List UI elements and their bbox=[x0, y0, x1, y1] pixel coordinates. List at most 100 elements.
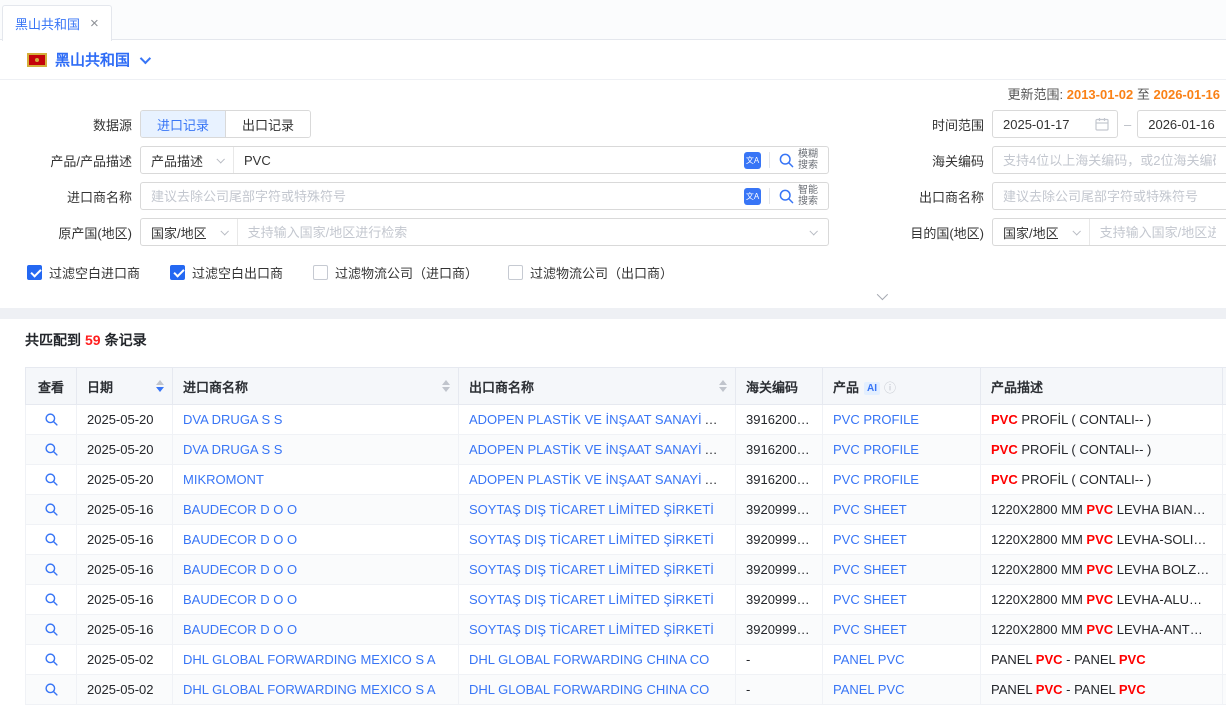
cell-product-link[interactable]: PVC PROFILE bbox=[833, 442, 919, 457]
filter-checkbox[interactable]: 过滤空白进口商 bbox=[27, 263, 140, 282]
cell-exporter-link[interactable]: SOYTAŞ DIŞ TİCARET LİMİTED ŞİRKETİ bbox=[459, 585, 736, 615]
cell-product-link[interactable]: PVC SHEET bbox=[823, 525, 981, 555]
collapse-panel-button[interactable] bbox=[858, 288, 904, 304]
cell-exporter-link[interactable]: DHL GLOBAL FORWARDING CHINA CO bbox=[469, 682, 709, 697]
view-record-icon[interactable] bbox=[44, 502, 59, 517]
cell-product-link[interactable]: PVC SHEET bbox=[833, 562, 907, 577]
cell-product-link[interactable]: PVC SHEET bbox=[833, 502, 907, 517]
importer-input[interactable] bbox=[141, 189, 744, 204]
cell-exporter-link[interactable]: SOYTAŞ DIŞ TİCARET LİMİTED ŞİRKETİ bbox=[459, 555, 736, 585]
cell-importer-link[interactable]: BAUDECOR D O O bbox=[173, 525, 459, 555]
cell-exporter-link[interactable]: SOYTAŞ DIŞ TİCARET LİMİTED ŞİRKETİ bbox=[469, 532, 714, 547]
cell-exporter-link[interactable]: SOYTAŞ DIŞ TİCARET LİMİTED ŞİRKETİ bbox=[469, 622, 714, 637]
tab-montenegro[interactable]: 黑山共和国 × bbox=[2, 5, 112, 41]
view-record-icon[interactable] bbox=[44, 412, 59, 427]
cell-product-link[interactable]: PVC PROFILE bbox=[823, 405, 981, 435]
sort-control-exporter[interactable] bbox=[719, 380, 727, 392]
cell-product-link[interactable]: PVC SHEET bbox=[823, 585, 981, 615]
product-type-select[interactable]: 产品描述 bbox=[141, 147, 234, 173]
cell-product-link[interactable]: PANEL PVC bbox=[823, 645, 981, 675]
view-record-button[interactable] bbox=[26, 615, 77, 645]
view-record-icon[interactable] bbox=[44, 592, 59, 607]
cell-importer-link[interactable]: BAUDECOR D O O bbox=[173, 495, 459, 525]
checkbox-unchecked-icon[interactable] bbox=[313, 265, 328, 280]
origin-input[interactable] bbox=[238, 225, 810, 240]
cell-exporter-link[interactable]: SOYTAŞ DIŞ TİCARET LİMİTED ŞİRKETİ bbox=[459, 615, 736, 645]
cell-exporter-link[interactable]: ADOPEN PLASTİK VE İNŞAAT SANAYİ ANO... bbox=[469, 442, 736, 457]
cell-exporter-link[interactable]: ADOPEN PLASTİK VE İNŞAAT SANAYİ ANO... bbox=[459, 435, 736, 465]
cell-importer-link[interactable]: BAUDECOR D O O bbox=[183, 562, 297, 577]
view-record-icon[interactable] bbox=[44, 532, 59, 547]
cell-importer-link[interactable]: BAUDECOR D O O bbox=[173, 585, 459, 615]
cell-product-link[interactable]: PVC SHEET bbox=[823, 555, 981, 585]
cell-importer-link[interactable]: BAUDECOR D O O bbox=[173, 555, 459, 585]
cell-product-link[interactable]: PVC SHEET bbox=[823, 615, 981, 645]
cell-importer-link[interactable]: BAUDECOR D O O bbox=[183, 532, 297, 547]
cell-exporter-link[interactable]: DHL GLOBAL FORWARDING CHINA CO bbox=[469, 652, 709, 667]
view-record-button[interactable] bbox=[26, 435, 77, 465]
filter-checkbox[interactable]: 过滤物流公司（出口商） bbox=[508, 263, 673, 282]
chevron-down-icon[interactable] bbox=[140, 52, 151, 63]
cell-exporter-link[interactable]: SOYTAŞ DIŞ TİCARET LİMİTED ŞİRKETİ bbox=[469, 562, 714, 577]
cell-importer-link[interactable]: BAUDECOR D O O bbox=[173, 615, 459, 645]
view-record-icon[interactable] bbox=[44, 472, 59, 487]
cell-importer-link[interactable]: DVA DRUGA S S bbox=[183, 412, 282, 427]
cell-exporter-link[interactable]: SOYTAŞ DIŞ TİCARET LİMİTED ŞİRKETİ bbox=[459, 525, 736, 555]
cell-importer-link[interactable]: DHL GLOBAL FORWARDING MEXICO S A bbox=[183, 682, 436, 697]
cell-exporter-link[interactable]: DHL GLOBAL FORWARDING CHINA CO bbox=[459, 675, 736, 705]
cell-importer-link[interactable]: MIKROMONT bbox=[183, 472, 264, 487]
cell-exporter-link[interactable]: DHL GLOBAL FORWARDING CHINA CO bbox=[459, 645, 736, 675]
cell-product-link[interactable]: PVC PROFILE bbox=[833, 412, 919, 427]
origin-type-select[interactable]: 国家/地区 bbox=[141, 219, 238, 245]
cell-importer-link[interactable]: BAUDECOR D O O bbox=[183, 502, 297, 517]
col-header-importer[interactable]: 进口商名称 bbox=[173, 368, 459, 405]
filter-checkbox[interactable]: 过滤物流公司（进口商） bbox=[313, 263, 478, 282]
info-icon[interactable]: ⓘ bbox=[884, 381, 896, 395]
filter-checkbox[interactable]: 过滤空白出口商 bbox=[170, 263, 283, 282]
cell-product-link[interactable]: PANEL PVC bbox=[833, 652, 905, 667]
cell-importer-link[interactable]: DHL GLOBAL FORWARDING MEXICO S A bbox=[173, 645, 459, 675]
translate-icon[interactable]: 文A bbox=[744, 152, 761, 169]
cell-importer-link[interactable]: BAUDECOR D O O bbox=[183, 622, 297, 637]
view-record-icon[interactable] bbox=[44, 562, 59, 577]
cell-importer-link[interactable]: BAUDECOR D O O bbox=[183, 592, 297, 607]
product-input[interactable] bbox=[234, 153, 744, 168]
smart-search-button[interactable]: 智能搜索 bbox=[770, 183, 828, 209]
cell-importer-link[interactable]: MIKROMONT bbox=[173, 465, 459, 495]
checkbox-unchecked-icon[interactable] bbox=[508, 265, 523, 280]
cell-product-link[interactable]: PVC PROFILE bbox=[823, 465, 981, 495]
date-start-input[interactable]: 2025-01-17 bbox=[992, 110, 1118, 138]
view-record-button[interactable] bbox=[26, 495, 77, 525]
cell-exporter-link[interactable]: ADOPEN PLASTİK VE İNŞAAT SANAYİ ANO... bbox=[469, 412, 736, 427]
fuzzy-search-button[interactable]: 模糊搜索 bbox=[770, 147, 828, 173]
view-record-button[interactable] bbox=[26, 465, 77, 495]
cell-importer-link[interactable]: DVA DRUGA S S bbox=[173, 435, 459, 465]
view-record-button[interactable] bbox=[26, 645, 77, 675]
col-header-date[interactable]: 日期 bbox=[77, 368, 173, 405]
view-record-icon[interactable] bbox=[44, 622, 59, 637]
view-record-icon[interactable] bbox=[44, 652, 59, 667]
cell-product-link[interactable]: PVC PROFILE bbox=[833, 472, 919, 487]
sort-control-date[interactable] bbox=[156, 380, 164, 392]
checkbox-checked-icon[interactable] bbox=[170, 265, 185, 280]
date-end-input[interactable]: 2026-01-16 bbox=[1137, 110, 1226, 138]
destination-input[interactable] bbox=[1090, 225, 1226, 240]
cell-importer-link[interactable]: DVA DRUGA S S bbox=[183, 442, 282, 457]
view-record-button[interactable] bbox=[26, 675, 77, 705]
cell-product-link[interactable]: PANEL PVC bbox=[823, 675, 981, 705]
cell-product-link[interactable]: PVC SHEET bbox=[833, 592, 907, 607]
cell-exporter-link[interactable]: SOYTAŞ DIŞ TİCARET LİMİTED ŞİRKETİ bbox=[469, 502, 714, 517]
destination-type-select[interactable]: 国家/地区 bbox=[993, 219, 1090, 245]
cell-importer-link[interactable]: DHL GLOBAL FORWARDING MEXICO S A bbox=[183, 652, 436, 667]
cell-product-link[interactable]: PVC SHEET bbox=[823, 495, 981, 525]
view-record-button[interactable] bbox=[26, 525, 77, 555]
col-header-exporter[interactable]: 出口商名称 bbox=[459, 368, 736, 405]
cell-exporter-link[interactable]: SOYTAŞ DIŞ TİCARET LİMİTED ŞİRKETİ bbox=[459, 495, 736, 525]
cell-exporter-link[interactable]: ADOPEN PLASTİK VE İNŞAAT SANAYİ ANO... bbox=[469, 472, 736, 487]
view-record-button[interactable] bbox=[26, 555, 77, 585]
cell-exporter-link[interactable]: SOYTAŞ DIŞ TİCARET LİMİTED ŞİRKETİ bbox=[469, 592, 714, 607]
hscode-input[interactable] bbox=[993, 153, 1226, 168]
cell-exporter-link[interactable]: ADOPEN PLASTİK VE İNŞAAT SANAYİ ANO... bbox=[459, 405, 736, 435]
cell-product-link[interactable]: PVC SHEET bbox=[833, 622, 907, 637]
view-record-button[interactable] bbox=[26, 585, 77, 615]
